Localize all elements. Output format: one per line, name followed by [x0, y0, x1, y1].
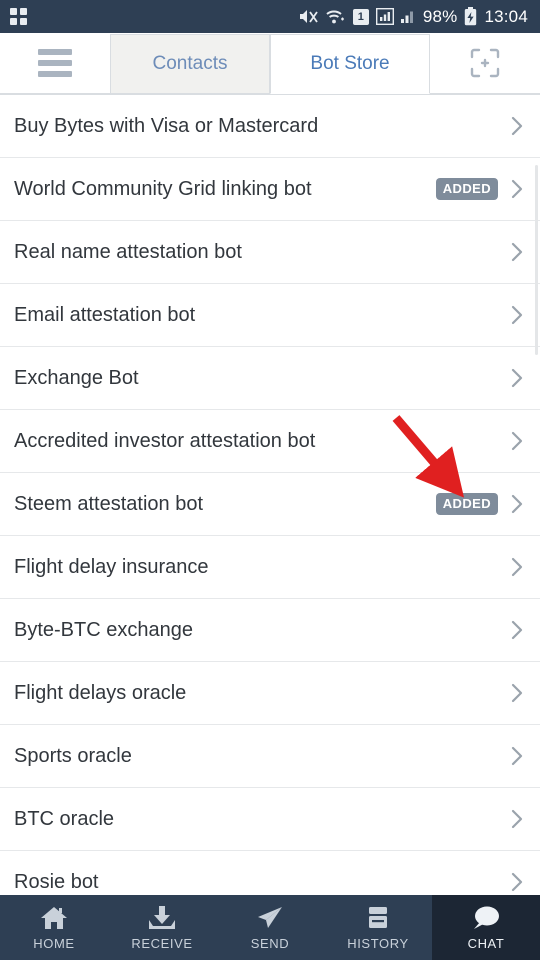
- bot-list-item-label: Accredited investor attestation bot: [14, 429, 316, 452]
- scan-button[interactable]: [430, 33, 540, 94]
- battery-charging-icon: [464, 7, 477, 26]
- paper-plane-icon: [255, 904, 285, 932]
- bot-list-item[interactable]: Flight delay insurance: [0, 536, 540, 599]
- apps-grid-icon: [10, 8, 27, 25]
- chevron-right-icon: [508, 808, 526, 830]
- nav-history-label: HISTORY: [347, 936, 409, 951]
- bot-list-item[interactable]: Exchange Bot: [0, 347, 540, 410]
- bot-list-item[interactable]: World Community Grid linking bot ADDED: [0, 158, 540, 221]
- bot-list-item-label: Sports oracle: [14, 744, 132, 767]
- nav-chat[interactable]: CHAT: [432, 895, 540, 960]
- status-bar: 1 98% 13:04: [0, 0, 540, 33]
- tab-bot-store[interactable]: Bot Store: [270, 34, 430, 94]
- nav-receive-label: RECEIVE: [131, 936, 193, 951]
- nav-send-label: SEND: [250, 936, 290, 951]
- bot-list-item-label: Real name attestation bot: [14, 240, 242, 263]
- bot-store-list[interactable]: Buy Bytes with Visa or Mastercard World C…: [0, 95, 540, 895]
- bot-list-item-label: Email attestation bot: [14, 303, 196, 326]
- bot-list-item-label: Byte-BTC exchange: [14, 618, 193, 641]
- bottom-navigation: HOME RECEIVE SEND HISTORY CHAT: [0, 895, 540, 960]
- clock-label: 13:04: [484, 6, 528, 26]
- bot-list-item[interactable]: Flight delays oracle: [0, 662, 540, 725]
- archive-box-icon: [363, 904, 393, 932]
- bot-list-item-label: Exchange Bot: [14, 366, 139, 389]
- chevron-right-icon: [508, 871, 526, 893]
- bot-list-item[interactable]: Byte-BTC exchange: [0, 599, 540, 662]
- mute-icon: [298, 8, 318, 25]
- bot-list-item[interactable]: Rosie bot: [0, 851, 540, 895]
- bot-list-item[interactable]: Accredited investor attestation bot: [0, 410, 540, 473]
- nav-send[interactable]: SEND: [216, 895, 324, 960]
- chevron-right-icon: [508, 682, 526, 704]
- bot-list-item-label: Buy Bytes with Visa or Mastercard: [14, 114, 319, 137]
- tab-contacts-label: Contacts: [152, 53, 228, 74]
- chevron-right-icon: [508, 304, 526, 326]
- status-bar-left: [10, 8, 27, 25]
- bot-list-item-label: BTC oracle: [14, 807, 115, 830]
- menu-button[interactable]: [0, 33, 110, 94]
- hamburger-menu-icon: [38, 49, 72, 77]
- bot-list-item[interactable]: Email attestation bot: [0, 284, 540, 347]
- bot-list-item[interactable]: Sports oracle: [0, 725, 540, 788]
- nav-chat-label: CHAT: [467, 936, 505, 951]
- bot-list-item-label: Flight delay insurance: [14, 555, 209, 578]
- scrollbar[interactable]: [535, 165, 538, 355]
- nav-receive[interactable]: RECEIVE: [108, 895, 216, 960]
- qr-scan-icon: [468, 46, 502, 80]
- download-inbox-icon: [147, 904, 177, 932]
- bot-list-item-label: Steem attestation bot: [14, 492, 204, 515]
- battery-percent-label: 98%: [422, 6, 458, 26]
- signal-icon: [375, 8, 394, 25]
- chevron-right-icon: [508, 178, 526, 200]
- tab-contacts[interactable]: Contacts: [110, 34, 270, 94]
- status-bar-right: 1 98% 13:04: [298, 7, 528, 27]
- bot-list-item[interactable]: Real name attestation bot: [0, 221, 540, 284]
- nav-home[interactable]: HOME: [0, 895, 108, 960]
- chevron-right-icon: [508, 745, 526, 767]
- added-badge: ADDED: [435, 178, 498, 200]
- bot-list-item[interactable]: Steem attestation bot ADDED: [0, 473, 540, 536]
- nav-history[interactable]: HISTORY: [324, 895, 432, 960]
- chevron-right-icon: [508, 241, 526, 263]
- chevron-right-icon: [508, 556, 526, 578]
- chevron-right-icon: [508, 619, 526, 641]
- bot-list-item-label: Flight delays oracle: [14, 681, 187, 704]
- chevron-right-icon: [508, 430, 526, 452]
- chevron-right-icon: [508, 115, 526, 137]
- wifi-icon: [325, 8, 346, 25]
- nav-home-label: HOME: [33, 936, 75, 951]
- added-badge: ADDED: [435, 493, 498, 515]
- app-root: 1 98% 13:04 Contacts Bot Store Buy Bytes…: [0, 0, 540, 960]
- bot-list-item-label: World Community Grid linking bot: [14, 177, 312, 200]
- tab-bot-store-label: Bot Store: [310, 53, 390, 74]
- bot-list-item[interactable]: BTC oracle: [0, 788, 540, 851]
- tab-bar: Contacts Bot Store: [0, 33, 540, 95]
- home-icon: [39, 904, 69, 932]
- chevron-right-icon: [508, 367, 526, 389]
- sim-1-icon: 1: [352, 8, 369, 25]
- bot-list-item[interactable]: Buy Bytes with Visa or Mastercard: [0, 95, 540, 158]
- bot-list-item-label: Rosie bot: [14, 870, 99, 893]
- speech-bubble-icon: [470, 904, 502, 932]
- signal-2-icon: [400, 8, 416, 25]
- chevron-right-icon: [508, 493, 526, 515]
